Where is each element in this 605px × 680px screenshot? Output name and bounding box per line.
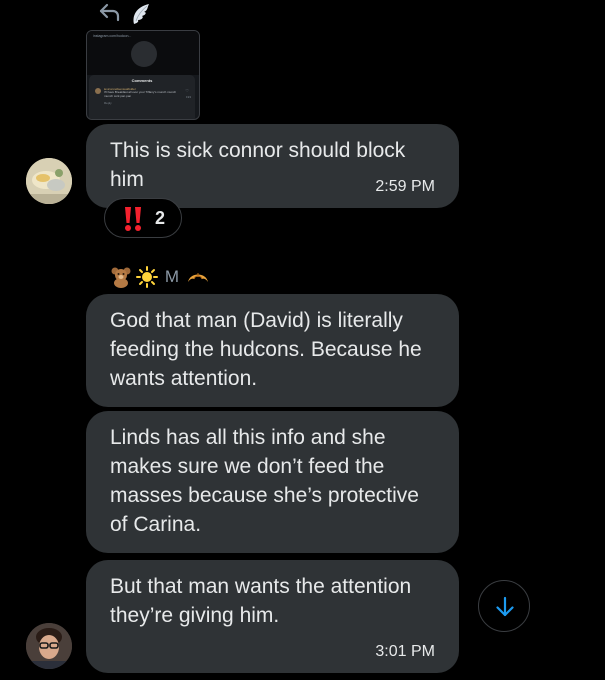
reply-arrow-icon [98,2,122,22]
arrow-down-icon [496,596,514,617]
thumbnail-comments-title: Comments [131,78,153,83]
sender-name: M [164,267,180,286]
message-bubble[interactable]: This is sick connor should block him 2:5… [86,124,459,208]
double-exclamation-icon [125,207,141,231]
reaction-count: 2 [155,208,166,228]
thumbnail-reply-label: Reply [104,101,112,105]
message-bubble[interactable]: But that man wants the attention they’re… [86,560,459,673]
avatar[interactable] [26,623,72,669]
message-bubble[interactable]: Linds has all this info and she makes su… [86,411,459,553]
scroll-to-bottom-button[interactable] [478,580,530,632]
avatar[interactable] [26,158,72,204]
message-bubble[interactable]: God that man (David) is literally feedin… [86,294,459,407]
message-text: But that man wants the attention they’re… [110,575,412,627]
sun-icon [136,266,159,288]
message-timestamp: 2:59 PM [375,178,435,195]
teddy-bear-icon [111,267,131,288]
thumbnail-heart-icon: ♡ [185,88,189,93]
sender-name-row: M [110,266,210,290]
thumbnail-video-area: instagram.com/hudcon... [87,31,199,75]
thumbnail-profile-photo [131,41,157,67]
thumbnail-like-count: 193 [185,95,191,99]
message-text: God that man (David) is literally feedin… [110,309,422,390]
reaction-badge[interactable]: 2 [104,198,182,238]
thumbnail-comments-sheet: Comments lexiconnellsensualfolder I'll h… [89,75,195,119]
message-timestamp: 3:01 PM [375,643,435,660]
thumbnail-url: instagram.com/hudcon... [93,34,132,38]
croissant-icon [187,273,208,282]
angel-wing-icon [130,2,152,26]
thumbnail-comment-text: I'll have Breakfast all over your Tiffan… [104,90,177,98]
thumbnail-commenter-avatar [95,88,101,94]
quoted-screenshot-thumbnail[interactable]: instagram.com/hudcon... Comments lexicon… [86,30,200,120]
message-text: Linds has all this info and she makes su… [110,426,419,536]
